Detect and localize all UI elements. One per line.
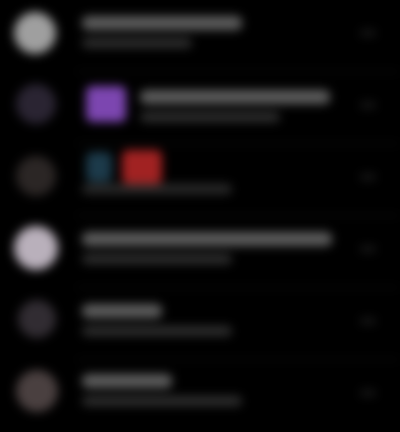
item-subtitle-placeholder (140, 112, 280, 122)
timestamp-placeholder (360, 246, 376, 252)
media-thumbnail-icon (86, 152, 112, 182)
list-item[interactable] (0, 144, 400, 216)
timestamp-placeholder (360, 390, 376, 396)
list-item[interactable] (0, 288, 400, 360)
item-title-placeholder (140, 90, 330, 104)
avatar (16, 156, 56, 196)
conversation-list (0, 0, 400, 432)
timestamp-placeholder (360, 30, 376, 36)
list-item[interactable] (0, 0, 400, 72)
item-subtitle-placeholder (82, 38, 192, 48)
item-subtitle-placeholder (82, 326, 232, 336)
item-title-placeholder (82, 16, 242, 30)
timestamp-placeholder (360, 318, 376, 324)
avatar (14, 12, 56, 54)
item-title-placeholder (82, 374, 172, 388)
media-thumbnail-icon (122, 150, 162, 184)
item-title-placeholder (82, 304, 162, 318)
item-subtitle-placeholder (82, 396, 242, 406)
avatar (18, 300, 56, 338)
avatar (16, 370, 58, 412)
item-subtitle-placeholder (82, 254, 232, 264)
list-item[interactable] (0, 72, 400, 144)
item-subtitle-placeholder (82, 184, 232, 194)
avatar (16, 84, 56, 124)
item-title-placeholder (82, 232, 332, 246)
timestamp-placeholder (360, 174, 376, 180)
list-item[interactable] (0, 216, 400, 288)
media-thumbnail-icon (86, 86, 126, 122)
avatar (14, 226, 58, 270)
list-item[interactable] (0, 360, 400, 432)
timestamp-placeholder (360, 102, 376, 108)
